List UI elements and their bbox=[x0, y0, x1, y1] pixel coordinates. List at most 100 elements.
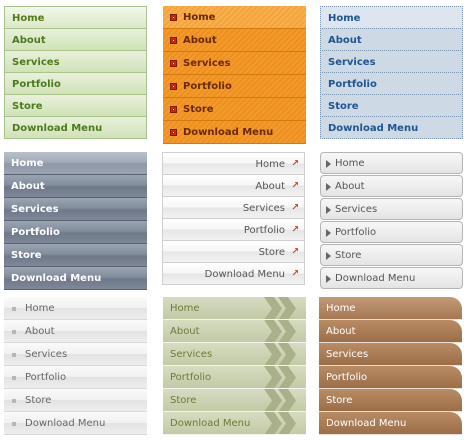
menu-item-label: About bbox=[326, 326, 356, 337]
square-bullet-icon bbox=[12, 376, 16, 380]
double-chevron-right-icon bbox=[264, 320, 296, 342]
menu-item-label: Portfolio bbox=[25, 372, 67, 383]
slate-menu-item-store[interactable]: Store bbox=[4, 244, 147, 267]
light-menu-item-services[interactable]: Services bbox=[4, 343, 147, 366]
green-menu-item-portfolio[interactable]: Portfolio bbox=[4, 72, 147, 95]
square-bullet-icon bbox=[170, 37, 177, 44]
menu-item-label: Services bbox=[11, 204, 59, 215]
menu-item-label: Store bbox=[328, 101, 359, 112]
menu-item-label: About bbox=[170, 326, 200, 337]
arrow-up-right-icon: ↗ bbox=[291, 159, 299, 169]
square-bullet-icon bbox=[12, 330, 16, 334]
glossy-menu: Home ↗ About ↗ Services ↗ Portfolio ↗ Store ↗… bbox=[162, 152, 305, 285]
double-chevron-right-icon bbox=[264, 412, 296, 434]
menu-item-label: Home bbox=[326, 303, 356, 314]
menu-item-label: Download Menu bbox=[335, 273, 416, 284]
triangle-right-icon bbox=[326, 252, 331, 260]
double-chevron-right-icon bbox=[264, 366, 296, 388]
blue-menu-item-services[interactable]: Services bbox=[320, 50, 463, 73]
slate-menu: Home About Services Portfolio Store Down… bbox=[4, 152, 147, 290]
menu-item-label: About bbox=[328, 35, 362, 46]
glossy-menu-item-services[interactable]: Services ↗ bbox=[162, 196, 305, 219]
blue-menu-item-about[interactable]: About bbox=[320, 28, 463, 51]
green-menu-item-download[interactable]: Download Menu bbox=[4, 116, 147, 139]
orange-menu-item-store[interactable]: Store bbox=[163, 98, 306, 121]
olive-menu-item-portfolio[interactable]: Portfolio bbox=[163, 366, 306, 389]
green-menu-item-about[interactable]: About bbox=[4, 28, 147, 51]
blue-menu-item-home[interactable]: Home bbox=[320, 6, 463, 29]
menu-item-label: Services bbox=[183, 58, 231, 69]
menu-item-label: Store bbox=[12, 101, 43, 112]
menu-item-label: Home bbox=[12, 13, 45, 24]
menu-item-label: Home bbox=[25, 303, 55, 314]
glossy-menu-item-home[interactable]: Home ↗ bbox=[162, 152, 305, 175]
glossy-menu-item-store[interactable]: Store ↗ bbox=[162, 240, 305, 263]
square-bullet-icon bbox=[170, 106, 177, 113]
menu-item-label: Home bbox=[183, 12, 216, 23]
blue-menu-item-store[interactable]: Store bbox=[320, 94, 463, 117]
menu-item-label: Services bbox=[170, 349, 213, 360]
menu-item-label: Store bbox=[335, 250, 362, 261]
glossy-menu-item-portfolio[interactable]: Portfolio ↗ bbox=[162, 218, 305, 241]
menu-item-label: Home bbox=[255, 159, 285, 170]
light-menu-item-home[interactable]: Home bbox=[4, 297, 147, 320]
olive-menu-item-home[interactable]: Home bbox=[163, 297, 306, 320]
brown-menu-item-portfolio[interactable]: Portfolio bbox=[319, 366, 462, 389]
rounded-menu: Home About Services Portfolio Store Down… bbox=[320, 152, 463, 290]
rounded-menu-item-portfolio[interactable]: Portfolio bbox=[320, 221, 463, 243]
menu-item-label: Portfolio bbox=[12, 79, 61, 90]
orange-menu-item-portfolio[interactable]: Portfolio bbox=[163, 75, 306, 98]
green-menu-item-store[interactable]: Store bbox=[4, 94, 147, 117]
menu-item-label: Portfolio bbox=[170, 372, 212, 383]
slate-menu-item-home[interactable]: Home bbox=[4, 152, 147, 175]
orange-menu-item-about[interactable]: About bbox=[163, 29, 306, 52]
menu-item-label: About bbox=[25, 326, 55, 337]
rounded-menu-item-services[interactable]: Services bbox=[320, 198, 463, 220]
menu-item-label: Portfolio bbox=[335, 227, 377, 238]
orange-menu-item-services[interactable]: Services bbox=[163, 52, 306, 75]
rounded-menu-item-home[interactable]: Home bbox=[320, 152, 463, 174]
slate-menu-item-services[interactable]: Services bbox=[4, 198, 147, 221]
menu-item-label: Portfolio bbox=[11, 227, 60, 238]
olive-menu-item-store[interactable]: Store bbox=[163, 389, 306, 412]
light-menu-item-store[interactable]: Store bbox=[4, 389, 147, 412]
brown-menu-item-download[interactable]: Download Menu bbox=[319, 412, 462, 435]
menu-item-label: Store bbox=[183, 104, 214, 115]
arrow-up-right-icon: ↗ bbox=[291, 269, 299, 279]
slate-menu-item-download[interactable]: Download Menu bbox=[4, 267, 147, 290]
light-menu-item-download[interactable]: Download Menu bbox=[4, 412, 147, 435]
triangle-right-icon bbox=[326, 160, 331, 168]
blue-menu-item-download[interactable]: Download Menu bbox=[320, 116, 463, 139]
glossy-menu-item-about[interactable]: About ↗ bbox=[162, 174, 305, 197]
glossy-menu-item-download[interactable]: Download Menu ↗ bbox=[162, 262, 305, 285]
menu-item-label: Download Menu bbox=[326, 418, 407, 429]
olive-menu-item-download[interactable]: Download Menu bbox=[163, 412, 306, 435]
olive-menu-item-about[interactable]: About bbox=[163, 320, 306, 343]
orange-menu-item-download[interactable]: Download Menu bbox=[163, 121, 306, 144]
green-menu-item-home[interactable]: Home bbox=[4, 6, 147, 29]
menu-item-label: Services bbox=[328, 57, 376, 68]
double-chevron-right-icon bbox=[264, 389, 296, 411]
square-bullet-icon bbox=[12, 399, 16, 403]
brown-menu-item-store[interactable]: Store bbox=[319, 389, 462, 412]
menu-item-label: Home bbox=[170, 303, 200, 314]
slate-menu-item-portfolio[interactable]: Portfolio bbox=[4, 221, 147, 244]
arrow-up-right-icon: ↗ bbox=[291, 203, 299, 213]
menu-item-label: About bbox=[255, 181, 285, 192]
orange-menu-item-home[interactable]: Home bbox=[163, 6, 306, 29]
brown-menu-item-services[interactable]: Services bbox=[319, 343, 462, 366]
blue-menu-item-portfolio[interactable]: Portfolio bbox=[320, 72, 463, 95]
olive-menu-item-services[interactable]: Services bbox=[163, 343, 306, 366]
square-bullet-icon bbox=[12, 422, 16, 426]
rounded-menu-item-about[interactable]: About bbox=[320, 175, 463, 197]
slate-menu-item-about[interactable]: About bbox=[4, 175, 147, 198]
brown-menu-item-about[interactable]: About bbox=[319, 320, 462, 343]
menu-item-label: Download Menu bbox=[204, 269, 285, 280]
light-menu-item-portfolio[interactable]: Portfolio bbox=[4, 366, 147, 389]
rounded-menu-item-download[interactable]: Download Menu bbox=[320, 267, 463, 289]
rounded-menu-item-store[interactable]: Store bbox=[320, 244, 463, 266]
green-menu-item-services[interactable]: Services bbox=[4, 50, 147, 73]
brown-menu-item-home[interactable]: Home bbox=[319, 297, 462, 320]
light-menu-item-about[interactable]: About bbox=[4, 320, 147, 343]
menu-item-label: Portfolio bbox=[183, 81, 232, 92]
